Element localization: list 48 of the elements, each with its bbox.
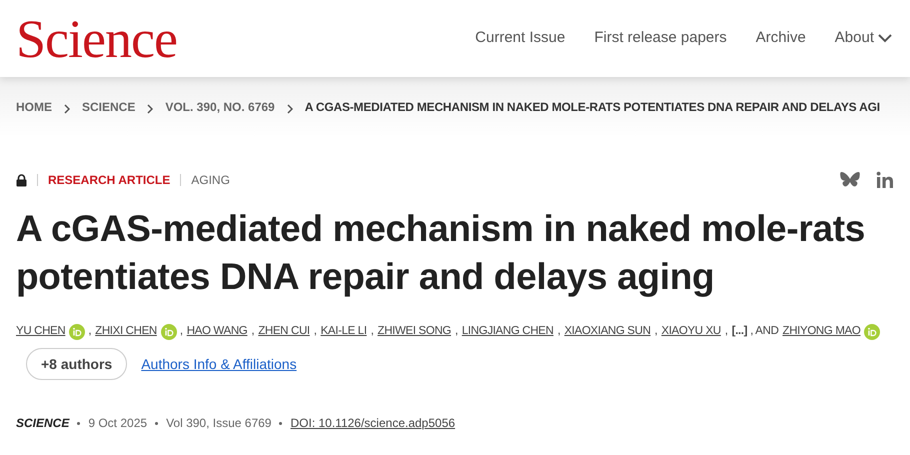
- nav-link[interactable]: Current Issue: [475, 27, 566, 50]
- author-link[interactable]: ZHIYONG MAO: [782, 323, 860, 340]
- author-link[interactable]: ZHIWEI SONG: [378, 323, 452, 340]
- separator: , AND: [750, 324, 779, 339]
- nav-link[interactable]: Archive: [756, 27, 806, 50]
- butterfly-icon[interactable]: [840, 171, 860, 189]
- journal-name: SCIENCE: [16, 415, 70, 432]
- author-link[interactable]: XIAOXIANG SUN: [564, 323, 651, 340]
- separator: ,: [88, 324, 92, 339]
- separator: ,: [557, 324, 560, 339]
- breadcrumb-link[interactable]: VOL. 390, NO. 6769: [165, 98, 275, 116]
- chevron-right-icon: [64, 104, 70, 114]
- nav-link[interactable]: First release papers: [594, 27, 727, 50]
- chevron-right-icon: [286, 104, 293, 114]
- orcid-icon[interactable]: [69, 324, 86, 340]
- separator: ,: [654, 324, 658, 339]
- affiliations-link[interactable]: Authors Info & Affiliations: [141, 354, 297, 375]
- breadcrumb-link[interactable]: SCIENCE: [82, 98, 136, 116]
- author-link[interactable]: KAI-LE LI: [320, 323, 367, 340]
- author-link[interactable]: ZHIXI CHEN: [95, 323, 157, 340]
- author-link[interactable]: XIAOYU XU: [661, 323, 721, 340]
- author-link[interactable]: HAO WANG: [186, 323, 248, 340]
- author-link[interactable]: LINGJIANG CHEN: [462, 323, 554, 340]
- meta-text: 9 Oct 2025: [88, 415, 148, 432]
- orcid-icon[interactable]: [864, 324, 880, 340]
- separator: ,: [370, 324, 374, 339]
- separator: ,: [314, 324, 317, 339]
- site-logo[interactable]: Science: [16, 12, 177, 66]
- nav-link[interactable]: About: [834, 27, 892, 50]
- breadcrumb-current[interactable]: A CGAS-MEDIATED MECHANISM IN NAKED MOLE-RATS POTENTIATES DNA REPAIR AND DELAYS AGI: [304, 98, 880, 116]
- more-authors-button[interactable]: +8 authors: [26, 348, 128, 380]
- author-link[interactable]: YU CHEN: [16, 323, 66, 340]
- separator: ,: [724, 324, 728, 339]
- article-topic[interactable]: AGING: [191, 171, 230, 189]
- author-link[interactable]: ZHEN CUI: [258, 323, 310, 340]
- separator: ,: [251, 324, 254, 339]
- doi-link[interactable]: DOI: 10.1126/science.adp5056: [290, 414, 456, 432]
- separator: ,: [455, 324, 458, 339]
- chevron-right-icon: [147, 104, 154, 114]
- orcid-icon[interactable]: [160, 324, 177, 340]
- meta-text: Vol 390, Issue 6769: [166, 415, 272, 432]
- separator: ,: [180, 324, 183, 339]
- article-title: A cGAS-mediated mechanism in naked mole-rats potentiates DNA repair and delays aging: [16, 207, 866, 299]
- linkedin-icon[interactable]: [876, 171, 894, 189]
- article-type[interactable]: RESEARCH ARTICLE: [48, 171, 170, 189]
- chevron-down-icon: [878, 34, 892, 43]
- show-all-authors[interactable]: [...]: [732, 323, 748, 340]
- breadcrumb-link[interactable]: HOME: [16, 98, 52, 116]
